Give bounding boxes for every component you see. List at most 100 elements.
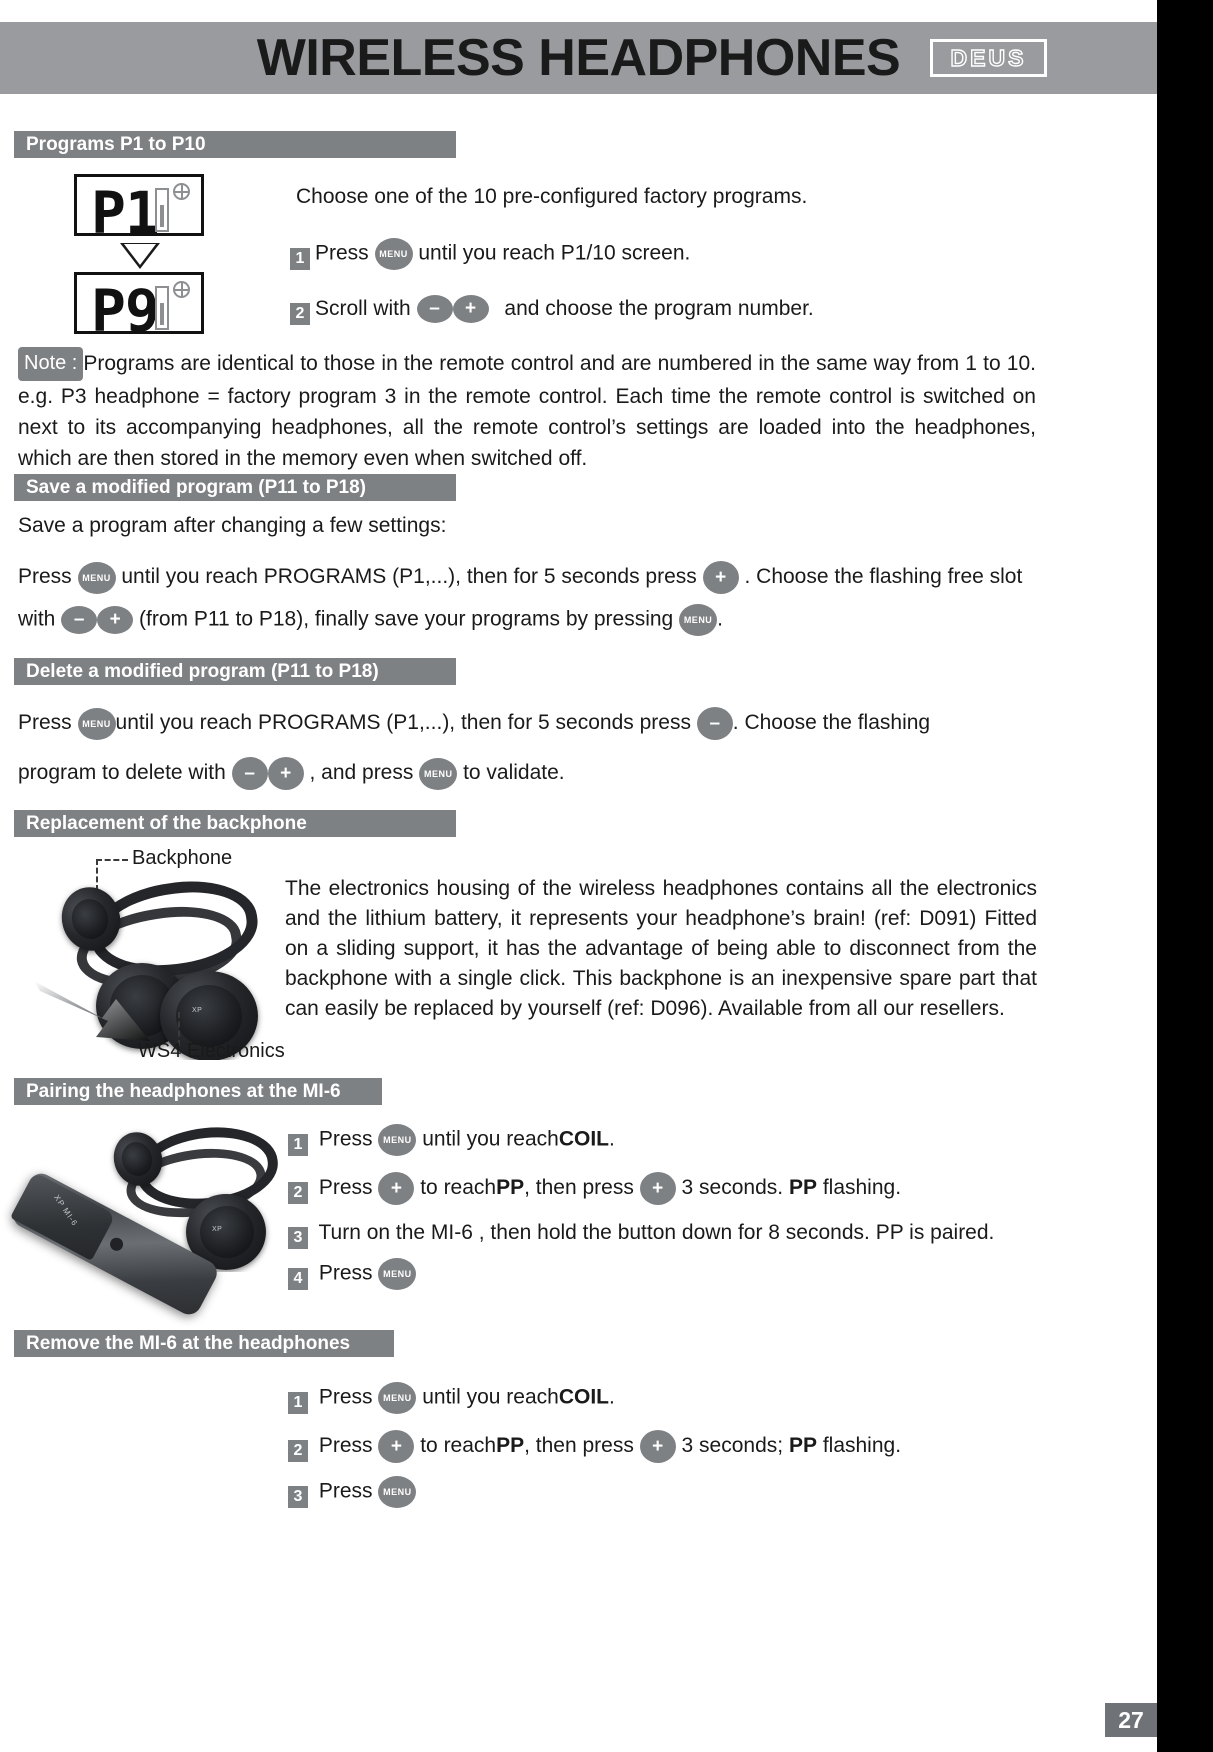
menu-button-icon[interactable]: MENU xyxy=(679,604,718,636)
step-text-bold1: PP xyxy=(496,1434,525,1458)
step-text-e: flashing. xyxy=(822,1176,902,1200)
step-text-bold2: PP xyxy=(788,1434,817,1458)
minus-button-icon[interactable]: – xyxy=(61,606,98,634)
step-number: 1 xyxy=(288,1391,308,1414)
manual-page: WIRELESS HEADPHONES DEUS Programs P1 to … xyxy=(0,0,1157,1752)
save-text-b: until you reach PROGRAMS (P1,...), then … xyxy=(121,565,697,589)
step-number: 1 xyxy=(290,247,310,270)
step-text-cont: until you reach P1/10 screen. xyxy=(418,241,691,265)
lcd-screen-p9: P9 xyxy=(74,272,204,345)
leader-line-horizontal xyxy=(96,859,128,861)
step-text-d: 3 seconds; xyxy=(681,1434,784,1458)
step-number: 1 xyxy=(288,1133,308,1156)
step-text-d: 3 seconds. xyxy=(681,1176,784,1200)
step-text: Press xyxy=(318,1385,373,1409)
remove-step-3: 3 Press MENU xyxy=(288,1476,1068,1508)
programs-step-2: 2 Scroll with – + and choose the program n… xyxy=(290,294,1080,325)
menu-button-icon[interactable]: MENU xyxy=(378,1382,417,1414)
step-number: 2 xyxy=(288,1182,308,1205)
pairing-step-4: 4 Press MENU xyxy=(288,1258,1068,1290)
delete-text-c: . Choose the flashing xyxy=(732,711,931,735)
remove-step-1: 1 Press MENU until you reachCOIL. xyxy=(288,1382,1048,1414)
delete-line-2: program to delete with – + , and press ME… xyxy=(18,757,1038,790)
battery-icon xyxy=(155,188,169,232)
save-lead-text: Save a program after changing a few sett… xyxy=(18,514,447,537)
step-text: Press xyxy=(318,1434,373,1458)
page-number: 27 xyxy=(1105,1703,1157,1737)
step-text: Scroll with xyxy=(315,297,411,320)
step-text-bold2: PP xyxy=(788,1176,817,1200)
battery-icon xyxy=(155,286,169,330)
coil-icon xyxy=(173,183,190,200)
delete-text-b2: , and press xyxy=(309,761,414,785)
minus-button-icon[interactable]: – xyxy=(416,295,453,324)
lcd-screen-p1: P1 xyxy=(74,174,204,247)
step-number: 2 xyxy=(290,303,310,325)
pairing-step-1: 1 Press MENU until you reachCOIL. xyxy=(288,1124,1048,1156)
step-text-c: . xyxy=(608,1127,615,1151)
coil-icon xyxy=(173,281,190,298)
plus-button-icon[interactable]: + xyxy=(639,1172,676,1205)
plus-button-icon[interactable]: + xyxy=(378,1430,415,1463)
lcd-value-top: P1 xyxy=(91,179,160,247)
step-text: Press xyxy=(315,241,369,265)
backphone-body-text: The electronics housing of the wireless … xyxy=(285,877,1037,1020)
menu-button-icon[interactable]: MENU xyxy=(419,757,458,790)
step-text-bold: COIL xyxy=(558,1127,609,1151)
section-bar-save: Save a modified program (P11 to P18) xyxy=(14,474,456,501)
delete-text-a2: program to delete with xyxy=(18,761,226,785)
step-text-c: . xyxy=(608,1385,615,1409)
menu-button-icon[interactable]: MENU xyxy=(378,1258,417,1290)
note-text: Programs are identical to those in the r… xyxy=(18,352,1036,470)
step-number: 2 xyxy=(288,1440,308,1463)
delete-text-a: Press xyxy=(18,711,72,735)
step-text-b: until you reach xyxy=(422,1127,559,1151)
step-text: Press xyxy=(318,1176,373,1200)
plus-button-icon[interactable]: + xyxy=(97,606,134,634)
step-text-b: to reach xyxy=(420,1176,497,1200)
step-text: Press xyxy=(318,1127,373,1151)
page-header: WIRELESS HEADPHONES DEUS xyxy=(0,22,1157,94)
step-text-b: until you reach xyxy=(422,1385,559,1409)
minus-button-icon[interactable]: – xyxy=(231,757,268,790)
plus-button-icon[interactable]: + xyxy=(452,295,489,324)
programs-step-1: 1 Press MENU until you reach P1/10 screen… xyxy=(290,238,1050,270)
minus-button-icon[interactable]: – xyxy=(696,707,733,740)
section-bar-programs: Programs P1 to P10 xyxy=(14,131,456,158)
step-text: Press xyxy=(318,1261,373,1285)
plus-button-icon[interactable]: + xyxy=(267,757,304,790)
menu-button-icon[interactable]: MENU xyxy=(374,238,413,270)
callout-ws4-electronics: WS4 Electronics xyxy=(138,1040,285,1062)
step-text-bold: COIL xyxy=(558,1385,609,1409)
page-right-margin xyxy=(1157,0,1213,1752)
menu-button-icon[interactable]: MENU xyxy=(77,707,116,740)
programs-note: Note : Programs are identical to those in… xyxy=(18,347,1036,474)
step-number: 3 xyxy=(288,1227,308,1249)
note-badge: Note : xyxy=(18,347,84,381)
save-text-a: Press xyxy=(18,565,72,589)
menu-button-icon[interactable]: MENU xyxy=(77,561,116,594)
programs-intro-text: Choose one of the 10 pre-configured fact… xyxy=(296,185,808,208)
save-line-1: Press MENU until you reach PROGRAMS (P1,… xyxy=(18,561,1038,594)
save-text-a2: with xyxy=(18,607,56,631)
callout-backphone: Backphone xyxy=(132,847,233,869)
step-number: 4 xyxy=(288,1267,308,1290)
section-bar-delete: Delete a modified program (P11 to P18) xyxy=(14,658,456,685)
step-text-e: flashing. xyxy=(822,1434,902,1458)
plus-button-icon[interactable]: + xyxy=(639,1430,676,1463)
step-text-bold1: PP xyxy=(496,1176,525,1200)
delete-text-b: until you reach PROGRAMS (P1,...), then … xyxy=(115,711,691,735)
menu-button-icon[interactable]: MENU xyxy=(378,1476,417,1508)
menu-button-icon[interactable]: MENU xyxy=(378,1124,417,1156)
lcd-value-bottom: P9 xyxy=(91,277,160,345)
delete-text-c2: to validate. xyxy=(463,761,565,785)
save-text-c: . Choose the flashing free slot xyxy=(744,565,1023,589)
section-bar-backphone: Replacement of the backphone xyxy=(14,810,456,837)
section-bar-remove: Remove the MI-6 at the headphones xyxy=(14,1330,394,1357)
plus-button-icon[interactable]: + xyxy=(702,561,739,594)
step-text-c: , then press xyxy=(524,1176,634,1200)
pairing-step-3: 3 Turn on the MI-6 , then hold the butto… xyxy=(288,1218,1068,1249)
plus-button-icon[interactable]: + xyxy=(378,1172,415,1205)
save-text-b2: (from P11 to P18), finally save your pro… xyxy=(139,607,674,631)
section-bar-pairing: Pairing the headphones at the MI-6 xyxy=(14,1078,382,1105)
